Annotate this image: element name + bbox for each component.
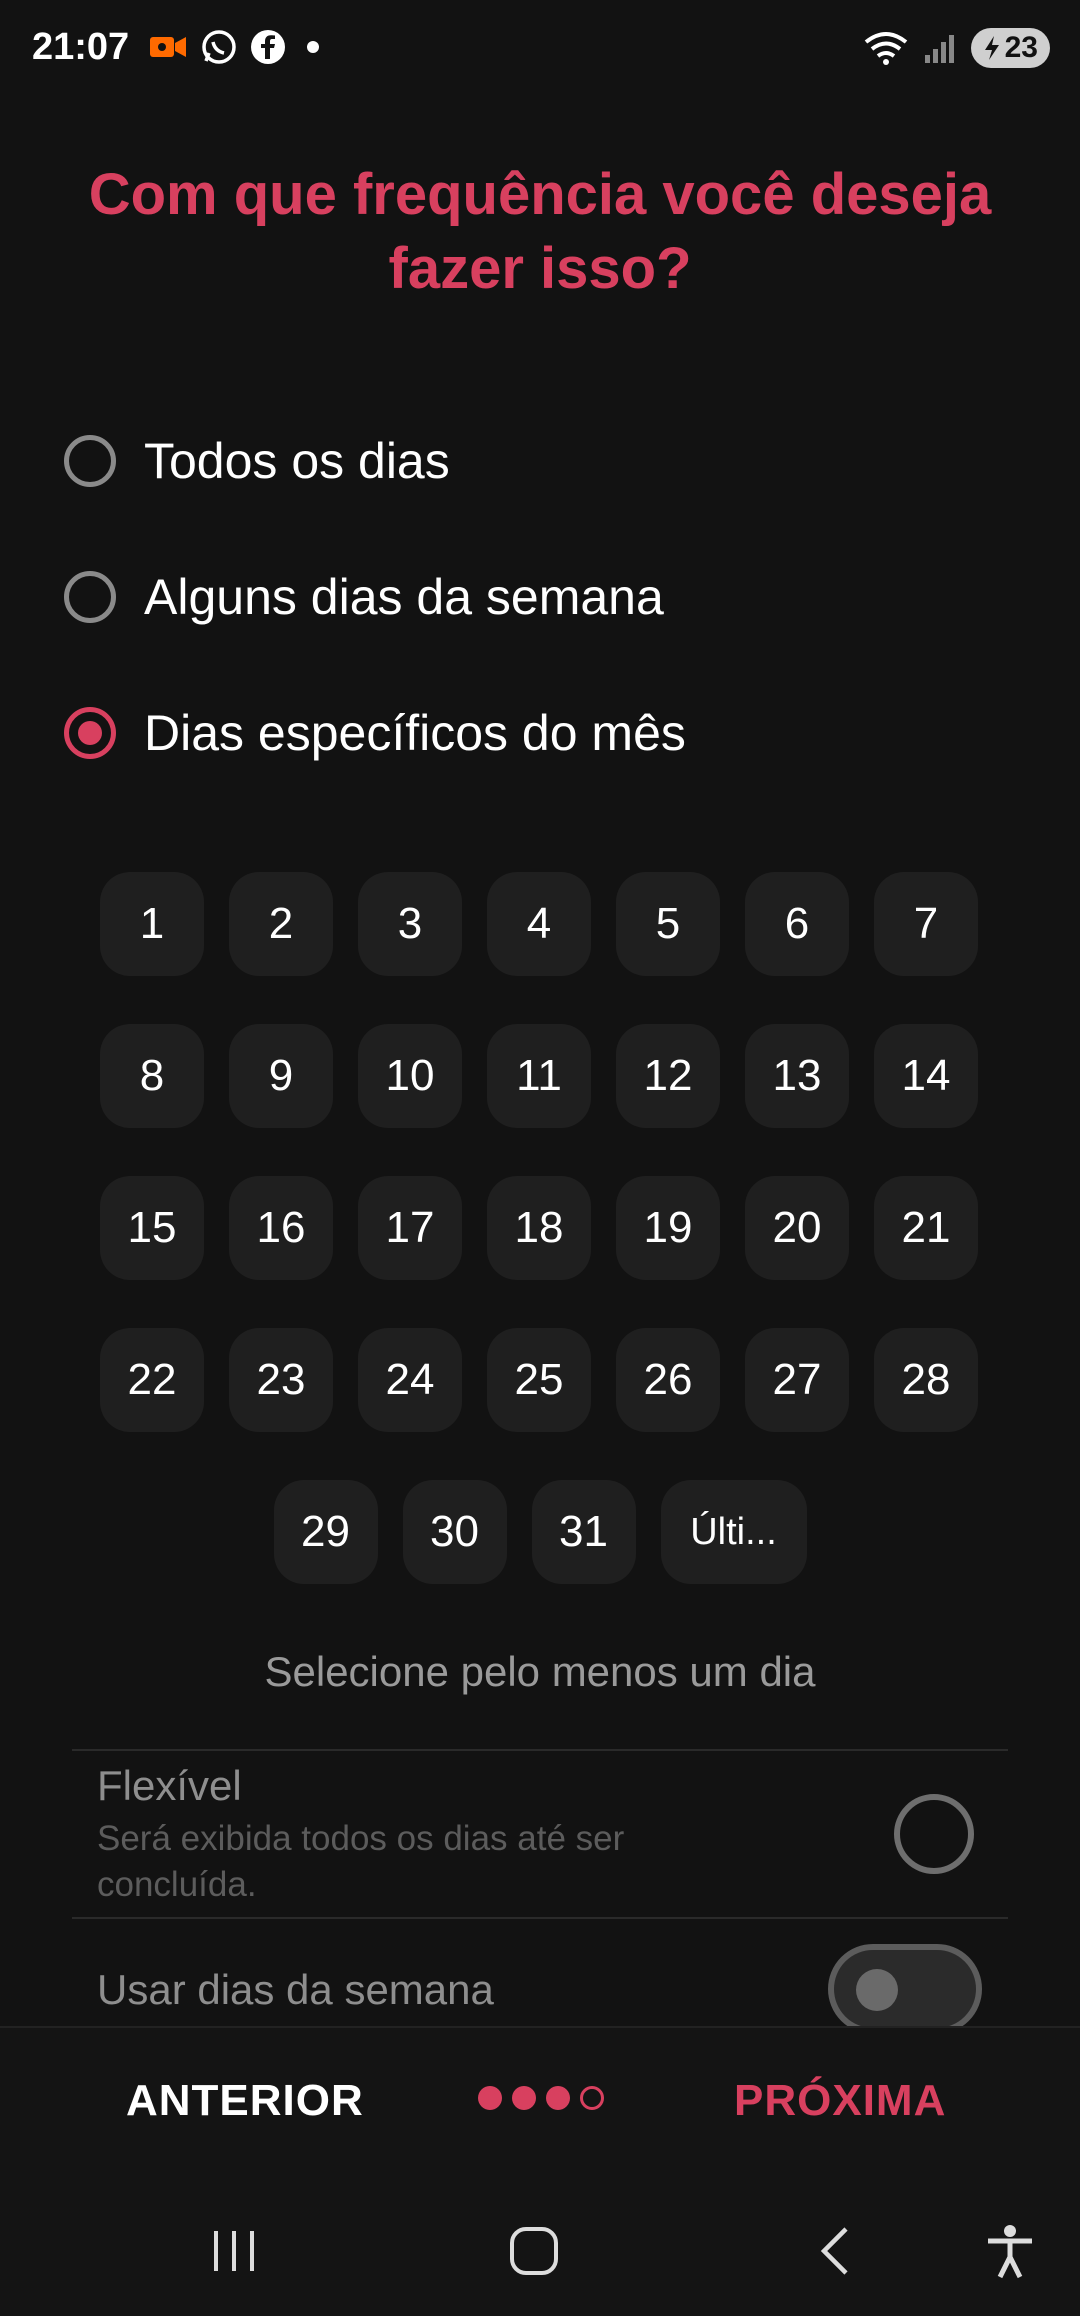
day-button[interactable]: 6 bbox=[745, 872, 849, 976]
flexible-description: Será exibida todos os dias até ser concl… bbox=[97, 1819, 625, 1904]
day-button[interactable]: 2 bbox=[229, 872, 333, 976]
status-time: 21:07 bbox=[32, 26, 130, 68]
battery-level: 23 bbox=[1004, 31, 1038, 64]
month-days-grid: 1 2 3 4 5 6 7 8 9 10 11 12 13 14 15 16 1… bbox=[100, 872, 980, 1632]
divider bbox=[72, 1749, 1008, 1751]
flexible-title: Flexível bbox=[97, 1762, 242, 1809]
home-icon[interactable] bbox=[494, 2216, 574, 2286]
option-some-weekdays[interactable]: Alguns dias da semana bbox=[64, 568, 664, 626]
day-button[interactable]: 29 bbox=[273, 1480, 378, 1584]
day-button[interactable]: 9 bbox=[229, 1024, 333, 1128]
step-dot bbox=[512, 2086, 536, 2110]
day-button[interactable]: 21 bbox=[874, 1176, 978, 1280]
radio-every-day[interactable] bbox=[64, 435, 116, 487]
day-button[interactable]: 30 bbox=[402, 1480, 507, 1584]
accessibility-icon[interactable] bbox=[970, 2216, 1050, 2286]
day-button[interactable]: 16 bbox=[229, 1176, 333, 1280]
status-bar: 21:07 23 bbox=[0, 0, 1080, 100]
day-button[interactable]: 4 bbox=[487, 872, 591, 976]
next-button[interactable]: PRÓXIMA bbox=[734, 2076, 946, 2126]
last-day-button[interactable]: Últi... bbox=[660, 1480, 807, 1584]
day-button[interactable]: 5 bbox=[616, 872, 720, 976]
use-weekdays-label: Usar dias da semana bbox=[97, 1966, 494, 2013]
notification-icons bbox=[148, 28, 328, 66]
day-row: 8 9 10 11 12 13 14 bbox=[100, 1024, 980, 1128]
divider bbox=[72, 1917, 1008, 1919]
step-dot bbox=[546, 2086, 570, 2110]
use-weekdays-toggle[interactable] bbox=[828, 1944, 982, 2034]
whatsapp-icon bbox=[202, 30, 236, 64]
day-button[interactable]: 25 bbox=[487, 1328, 591, 1432]
day-button[interactable]: 8 bbox=[100, 1024, 204, 1128]
toggle-knob bbox=[856, 1969, 898, 2011]
day-button[interactable]: 12 bbox=[616, 1024, 720, 1128]
day-row: 15 16 17 18 19 20 21 bbox=[100, 1176, 980, 1280]
option-every-day[interactable]: Todos os dias bbox=[64, 432, 450, 490]
page-title: Com que frequência você deseja fazer iss… bbox=[88, 162, 992, 301]
day-button[interactable]: 20 bbox=[745, 1176, 849, 1280]
day-button[interactable]: 18 bbox=[487, 1176, 591, 1280]
day-button[interactable]: 31 bbox=[531, 1480, 636, 1584]
day-row: 22 23 24 25 26 27 28 bbox=[100, 1328, 980, 1432]
day-button[interactable]: 13 bbox=[745, 1024, 849, 1128]
day-button[interactable]: 19 bbox=[616, 1176, 720, 1280]
video-record-icon bbox=[150, 37, 186, 57]
dot-icon bbox=[307, 41, 319, 53]
day-button[interactable]: 7 bbox=[874, 872, 978, 976]
previous-button[interactable]: ANTERIOR bbox=[126, 2076, 364, 2126]
status-right: 23 bbox=[863, 28, 1050, 68]
recents-icon[interactable] bbox=[194, 2216, 274, 2286]
day-button[interactable]: 15 bbox=[100, 1176, 204, 1280]
back-icon[interactable] bbox=[798, 2216, 878, 2286]
day-button[interactable]: 17 bbox=[358, 1176, 462, 1280]
option-label: Dias específicos do mês bbox=[144, 705, 686, 761]
option-label: Todos os dias bbox=[144, 433, 450, 489]
day-button[interactable]: 24 bbox=[358, 1328, 462, 1432]
option-label: Alguns dias da semana bbox=[144, 569, 664, 625]
wifi-icon bbox=[864, 32, 907, 65]
step-dot bbox=[478, 2086, 502, 2110]
option-specific-month-days[interactable]: Dias específicos do mês bbox=[64, 704, 686, 762]
day-button[interactable]: 27 bbox=[745, 1328, 849, 1432]
select-day-hint: Selecione pelo menos um dia bbox=[264, 1648, 816, 1695]
step-indicator bbox=[478, 2086, 604, 2110]
day-button[interactable]: 26 bbox=[616, 1328, 720, 1432]
step-dot bbox=[580, 2086, 604, 2110]
radio-specific-month-days[interactable] bbox=[64, 707, 116, 759]
battery-indicator: 23 bbox=[970, 28, 1050, 68]
day-row: 29 30 31 Últi... bbox=[100, 1480, 980, 1584]
signal-icon bbox=[924, 35, 954, 63]
day-button[interactable]: 23 bbox=[229, 1328, 333, 1432]
day-button[interactable]: 22 bbox=[100, 1328, 204, 1432]
day-button[interactable]: 14 bbox=[874, 1024, 978, 1128]
facebook-icon bbox=[251, 30, 285, 64]
bottom-action-bar: ANTERIOR PRÓXIMA bbox=[0, 2026, 1080, 2178]
radio-some-weekdays[interactable] bbox=[64, 571, 116, 623]
day-button[interactable]: 28 bbox=[874, 1328, 978, 1432]
charging-icon bbox=[984, 36, 999, 60]
day-button[interactable]: 11 bbox=[487, 1024, 591, 1128]
day-button[interactable]: 10 bbox=[358, 1024, 462, 1128]
flexible-checkbox[interactable] bbox=[894, 1794, 974, 1874]
day-button[interactable]: 3 bbox=[358, 872, 462, 976]
system-nav-bar bbox=[0, 2176, 1080, 2316]
day-row: 1 2 3 4 5 6 7 bbox=[100, 872, 980, 976]
day-button[interactable]: 1 bbox=[100, 872, 204, 976]
